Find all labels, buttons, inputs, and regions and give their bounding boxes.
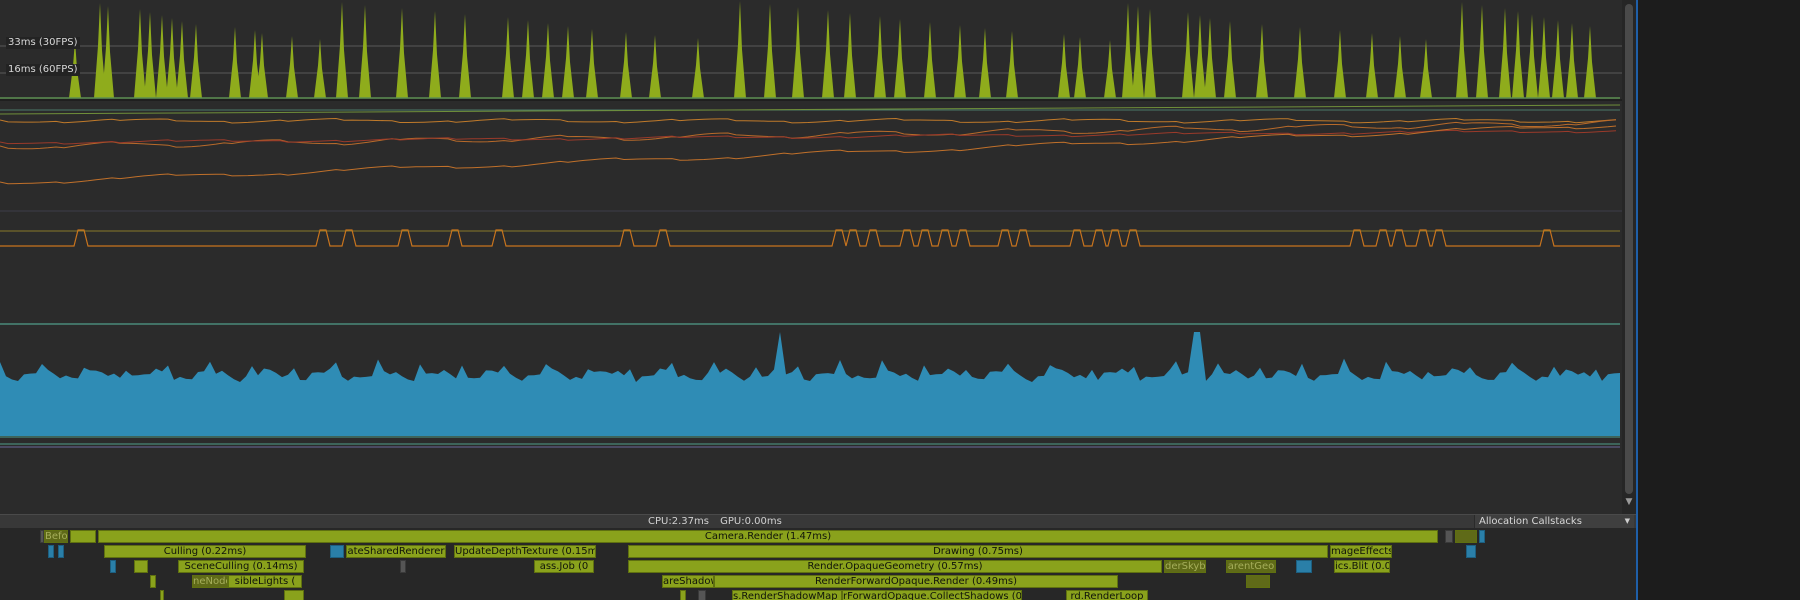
profiler-charts[interactable]: 33ms (30FPS) 16ms (60FPS) [0, 0, 1622, 514]
timeline-bar[interactable] [134, 560, 148, 573]
timeline-marker[interactable] [698, 590, 706, 600]
scroll-down-arrow-icon[interactable]: ▼ [1624, 496, 1634, 508]
pulse-line [0, 229, 1620, 247]
fps-60-label: 16ms (60FPS) [6, 64, 80, 76]
right-panel [1636, 0, 1800, 600]
timing-readout: CPU:2.37ms GPU:0.00ms [648, 515, 790, 528]
timeline-marker[interactable] [1296, 560, 1312, 573]
timeline-bar[interactable]: Befo [44, 530, 68, 543]
fps-30-label: 33ms (30FPS) [6, 37, 80, 49]
rendering-line-orange-3 [0, 125, 1617, 185]
timeline-bar[interactable]: derSkyb [1164, 560, 1206, 573]
rendering-line-orange-1 [0, 117, 1617, 124]
timeline-marker[interactable] [1445, 530, 1453, 543]
timeline-view[interactable]: Befo Camera.Render (1.47ms) Culling (0.2… [0, 528, 1636, 600]
timeline-marker[interactable] [110, 560, 116, 573]
timeline-bar-render-shadow-map[interactable]: s.RenderShadowMap (0. [732, 590, 842, 600]
timeline-marker[interactable] [1466, 545, 1476, 558]
timeline-bar-render-loop[interactable]: rd.RenderLoop [1066, 590, 1148, 600]
timeline-bar-visible-lights[interactable]: sibleLights ( [228, 575, 302, 588]
timeline-bar[interactable]: ateSharedRenderer [346, 545, 446, 558]
scrollbar-thumb[interactable] [1625, 4, 1633, 494]
timeline-bar[interactable] [680, 590, 686, 600]
timeline-bar-collect-shadows[interactable]: rForwardOpaque.CollectShadows (0. [842, 590, 1022, 600]
timeline-bar[interactable]: arentGeo [1226, 560, 1276, 573]
dropdown-label: Allocation Callstacks [1479, 516, 1582, 527]
profiler-status-bar: CPU:2.37ms GPU:0.00ms Allocation Callsta… [0, 514, 1636, 529]
timeline-bar[interactable] [1246, 575, 1270, 588]
timeline-bar-render-forward-opaque[interactable]: RenderForwardOpaque.Render (0.49ms) [714, 575, 1118, 588]
allocation-callstacks-dropdown[interactable]: Allocation Callstacks ▼ [1474, 515, 1634, 528]
timeline-bar-scene-culling[interactable]: SceneCulling (0.14ms) [178, 560, 304, 573]
timeline-marker[interactable] [1479, 530, 1485, 543]
timeline-bar[interactable] [284, 590, 304, 600]
timeline-marker[interactable] [48, 545, 54, 558]
timeline-bar[interactable]: ass.Job (0 [534, 560, 594, 573]
rendering-line-orange-2 [0, 119, 1617, 150]
timeline-bar-update-depth-texture[interactable]: UpdateDepthTexture (0.15ms [454, 545, 596, 558]
gpu-time: GPU:0.00ms [720, 516, 782, 527]
chevron-down-icon: ▼ [1624, 517, 1630, 525]
timeline-bar-camera-render[interactable]: Camera.Render (1.47ms) [98, 530, 1438, 543]
timeline-bar-culling[interactable]: Culling (0.22ms) [104, 545, 306, 558]
chart-scrollbar[interactable]: ▼ [1622, 0, 1636, 514]
timeline-bar[interactable]: areShadow [662, 575, 714, 588]
timeline-bar-blit[interactable]: ics.Blit (0.0 [1334, 560, 1390, 573]
timeline-bar[interactable] [160, 590, 164, 600]
rendering-lines [0, 104, 1621, 185]
timeline-bar[interactable]: mageEffects [1330, 545, 1392, 558]
timeline-marker[interactable] [58, 545, 64, 558]
timeline-marker[interactable] [400, 560, 406, 573]
timeline-bar[interactable] [150, 575, 156, 588]
timeline-bar[interactable] [1455, 530, 1477, 543]
cpu-usage-chart-bg [0, 0, 1622, 100]
timeline-bar[interactable]: neNode [192, 575, 228, 588]
timeline-bar[interactable] [70, 530, 96, 543]
timeline-bar-opaque-geometry[interactable]: Render.OpaqueGeometry (0.57ms) [628, 560, 1162, 573]
cpu-time: CPU:2.37ms [648, 516, 709, 527]
timeline-bar-drawing[interactable]: Drawing (0.75ms) [628, 545, 1328, 558]
profiler-chart-canvas[interactable] [0, 0, 1622, 514]
memory-area-chart [0, 332, 1620, 436]
timeline-marker[interactable] [330, 545, 344, 558]
